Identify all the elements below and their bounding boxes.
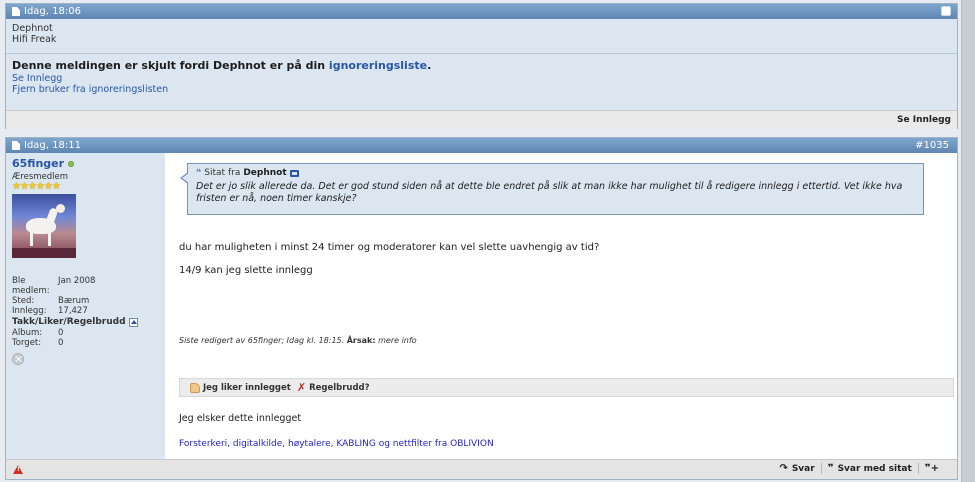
reply-arrow-icon: ↷ bbox=[779, 463, 788, 474]
ignored-user-info: Dephnot Hifi Freak bbox=[6, 19, 957, 54]
reply-with-quote-button[interactable]: ❞ Svar med sitat bbox=[822, 463, 918, 474]
user-info-panel: 65finger Æresmedlem ★★★★★★ Ble medlem: Ja… bbox=[6, 153, 165, 460]
online-status-icon bbox=[68, 160, 75, 167]
quote-prefix: Sitat fra bbox=[204, 168, 241, 178]
reply-quote-label: Svar med sitat bbox=[837, 463, 912, 474]
post-header: Idag, 18:11 #1035 bbox=[6, 138, 957, 153]
offline-icon bbox=[12, 353, 24, 365]
view-quoted-post-icon[interactable] bbox=[289, 169, 299, 177]
ignore-notice-text: Denne meldingen er skjult fordi Dephnot … bbox=[12, 59, 326, 72]
ignored-user-title: Hifi Freak bbox=[12, 34, 57, 45]
like-bar: Jeg liker innlegget ✗ Regelbrudd? bbox=[179, 378, 954, 397]
stat-value: 0 bbox=[58, 328, 64, 338]
stat-value: 0 bbox=[58, 338, 64, 348]
post-footer: ↷ Svar ❞ Svar med sitat ❞+ bbox=[6, 459, 957, 479]
avatar[interactable] bbox=[12, 194, 76, 258]
post-message: du har muligheten i minst 24 timer og mo… bbox=[179, 241, 599, 287]
signature-link[interactable]: Forsterkeri, digitalkilde, høytalere, KA… bbox=[179, 439, 494, 449]
remove-from-ignore-link[interactable]: Fjern bruker fra ignoreringslisten bbox=[12, 84, 168, 95]
stat-key: Innlegg: bbox=[12, 306, 47, 316]
notice-suffix: . bbox=[427, 59, 432, 72]
edited-note: Siste redigert av 65finger; Idag kl. 18:… bbox=[179, 336, 417, 345]
quote-icon: ❝ bbox=[196, 168, 202, 178]
quote-bubble-icon: ❞ bbox=[827, 463, 834, 474]
collapse-button[interactable] bbox=[941, 6, 951, 16]
takk-label: Takk/Liker/Regelbrudd bbox=[12, 317, 126, 327]
expand-toggle-icon[interactable] bbox=[128, 317, 138, 327]
post-header: Idag, 18:06 bbox=[6, 4, 957, 19]
ignored-post: Idag, 18:06 Dephnot Hifi Freak Denne mel… bbox=[5, 3, 958, 129]
stat-key: Ble medlem: bbox=[12, 276, 50, 296]
document-icon bbox=[12, 7, 20, 16]
ignore-list-link[interactable]: ignoreringsliste bbox=[329, 59, 427, 72]
report-warning-icon[interactable] bbox=[13, 465, 23, 474]
stat-key: Sted: bbox=[12, 296, 35, 306]
user-stats: Ble medlem: Jan 2008 Sted: Bærum Innlegg: 1… bbox=[12, 276, 159, 348]
post-time: Idag, 18:06 bbox=[24, 6, 81, 17]
post-content: ❝ Sitat fra Dephnot Det er jo slik aller… bbox=[171, 153, 956, 460]
scrollbar[interactable] bbox=[961, 0, 975, 482]
stat-key: Torget: bbox=[12, 338, 42, 348]
like-button[interactable]: Jeg liker innlegget bbox=[190, 382, 291, 393]
reply-button[interactable]: ↷ Svar bbox=[773, 463, 820, 474]
edited-text: Siste redigert av 65finger; Idag kl. 18:… bbox=[179, 336, 345, 345]
stat-value: Jan 2008 bbox=[58, 276, 96, 286]
username-link[interactable]: 65finger bbox=[12, 157, 64, 170]
quote-text: Det er jo slik allerede da. Det er god s… bbox=[196, 181, 903, 204]
forum-post: Idag, 18:11 #1035 65finger Æresmedlem ★★… bbox=[5, 137, 958, 480]
ignored-username[interactable]: Dephnot bbox=[12, 23, 951, 34]
ignored-post-footer: Se Innlegg bbox=[6, 110, 957, 129]
report-label: Regelbrudd? bbox=[309, 382, 370, 393]
message-line: 14/9 kan jeg slette innlegg bbox=[179, 265, 313, 276]
stat-value: 17,427 bbox=[58, 306, 88, 316]
edited-reason: mere info bbox=[378, 336, 417, 345]
rank-stars-icon: ★★★★★★ bbox=[12, 181, 61, 192]
like-label: Jeg liker innlegget bbox=[203, 382, 291, 393]
edited-reason-label: Årsak: bbox=[346, 336, 376, 345]
message-line: du har muligheten i minst 24 timer og mo… bbox=[179, 242, 600, 253]
thumbs-up-icon bbox=[190, 382, 200, 393]
view-post-link[interactable]: Se Innlegg bbox=[12, 73, 62, 84]
reply-label: Svar bbox=[791, 463, 815, 474]
report-icon: ✗ bbox=[296, 381, 307, 394]
ignored-notice: Denne meldingen er skjult fordi Dephnot … bbox=[6, 54, 957, 110]
multi-quote-button[interactable]: ❞+ bbox=[919, 463, 949, 474]
likes-text: Jeg elsker dette innlegget bbox=[179, 413, 302, 424]
document-icon bbox=[12, 141, 20, 150]
quote-box: ❝ Sitat fra Dephnot Det er jo slik aller… bbox=[180, 163, 924, 215]
stat-value: Bærum bbox=[58, 296, 90, 306]
report-button[interactable]: ✗ Regelbrudd? bbox=[297, 381, 370, 394]
post-number-link[interactable]: #1035 bbox=[915, 140, 949, 151]
view-post-button[interactable]: Se Innlegg bbox=[897, 115, 951, 125]
multi-quote-icon: ❞+ bbox=[924, 463, 939, 474]
stat-key: Album: bbox=[12, 328, 43, 338]
post-time: Idag, 18:11 bbox=[24, 140, 81, 151]
quote-author: Dephnot bbox=[243, 168, 287, 178]
